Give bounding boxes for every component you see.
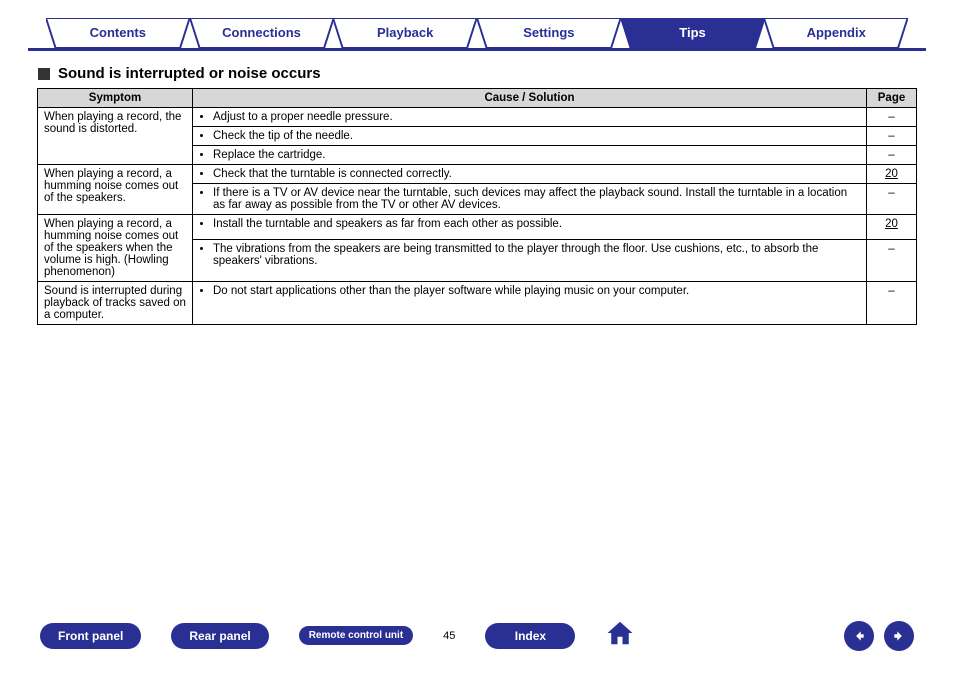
tab-contents[interactable]: Contents (46, 18, 190, 48)
th-symptom: Symptom (38, 89, 193, 108)
solution-cell: If there is a TV or AV device near the t… (193, 184, 867, 215)
solution-text: Adjust to a proper needle pressure. (213, 111, 860, 123)
table-row: When playing a record, a humming noise c… (38, 215, 917, 240)
heading-text: Sound is interrupted or noise occurs (58, 65, 321, 82)
page-cell: 20 (867, 165, 917, 184)
prev-page-button[interactable] (844, 621, 874, 651)
tab-tips[interactable]: Tips (621, 18, 765, 48)
bottom-nav: Front panel Rear panel Remote control un… (0, 618, 954, 653)
home-icon[interactable] (605, 618, 635, 653)
page-cell: – (867, 108, 917, 127)
solution-text: Do not start applications other than the… (213, 285, 860, 297)
tab-settings[interactable]: Settings (477, 18, 621, 48)
symptom-cell: When playing a record, a humming noise c… (38, 215, 193, 282)
tab-playback[interactable]: Playback (333, 18, 477, 48)
solution-text: Replace the cartridge. (213, 149, 860, 161)
arrow-right-icon (892, 629, 906, 643)
solution-cell: Install the turntable and speakers as fa… (193, 215, 867, 240)
troubleshooting-table: Symptom Cause / Solution Page When playi… (37, 88, 917, 325)
solution-cell: The vibrations from the speakers are bei… (193, 240, 867, 282)
page-cell: 20 (867, 215, 917, 240)
table-row: When playing a record, a humming noise c… (38, 165, 917, 184)
solution-text: If there is a TV or AV device near the t… (213, 187, 860, 211)
solution-cell: Check that the turntable is connected co… (193, 165, 867, 184)
front-panel-button[interactable]: Front panel (40, 623, 141, 649)
solution-text: The vibrations from the speakers are bei… (213, 243, 860, 267)
arrow-left-icon (852, 629, 866, 643)
remote-control-button[interactable]: Remote control unit (299, 626, 413, 645)
th-cause: Cause / Solution (193, 89, 867, 108)
table-row: Sound is interrupted during playback of … (38, 282, 917, 325)
solution-text: Check the tip of the needle. (213, 130, 860, 142)
page-cell: – (867, 146, 917, 165)
next-page-button[interactable] (884, 621, 914, 651)
solution-text: Check that the turntable is connected co… (213, 168, 860, 180)
rear-panel-button[interactable]: Rear panel (171, 623, 268, 649)
top-tabs: ContentsConnectionsPlaybackSettingsTipsA… (28, 18, 926, 51)
symptom-cell: When playing a record, a humming noise c… (38, 165, 193, 215)
solution-cell: Replace the cartridge. (193, 146, 867, 165)
tab-connections[interactable]: Connections (190, 18, 334, 48)
tab-appendix[interactable]: Appendix (764, 18, 908, 48)
symptom-cell: Sound is interrupted during playback of … (38, 282, 193, 325)
table-row: When playing a record, the sound is dist… (38, 108, 917, 127)
solution-text: Install the turntable and speakers as fa… (213, 218, 860, 230)
page-number: 45 (443, 630, 455, 642)
page-cell: – (867, 240, 917, 282)
square-bullet-icon (38, 68, 50, 80)
page-link[interactable]: 20 (885, 218, 898, 230)
page-cell: – (867, 184, 917, 215)
index-button[interactable]: Index (485, 623, 575, 649)
solution-cell: Do not start applications other than the… (193, 282, 867, 325)
section-heading: Sound is interrupted or noise occurs (38, 65, 926, 82)
symptom-cell: When playing a record, the sound is dist… (38, 108, 193, 165)
page-cell: – (867, 127, 917, 146)
page-cell: – (867, 282, 917, 325)
solution-cell: Adjust to a proper needle pressure. (193, 108, 867, 127)
th-page: Page (867, 89, 917, 108)
solution-cell: Check the tip of the needle. (193, 127, 867, 146)
page-link[interactable]: 20 (885, 168, 898, 180)
